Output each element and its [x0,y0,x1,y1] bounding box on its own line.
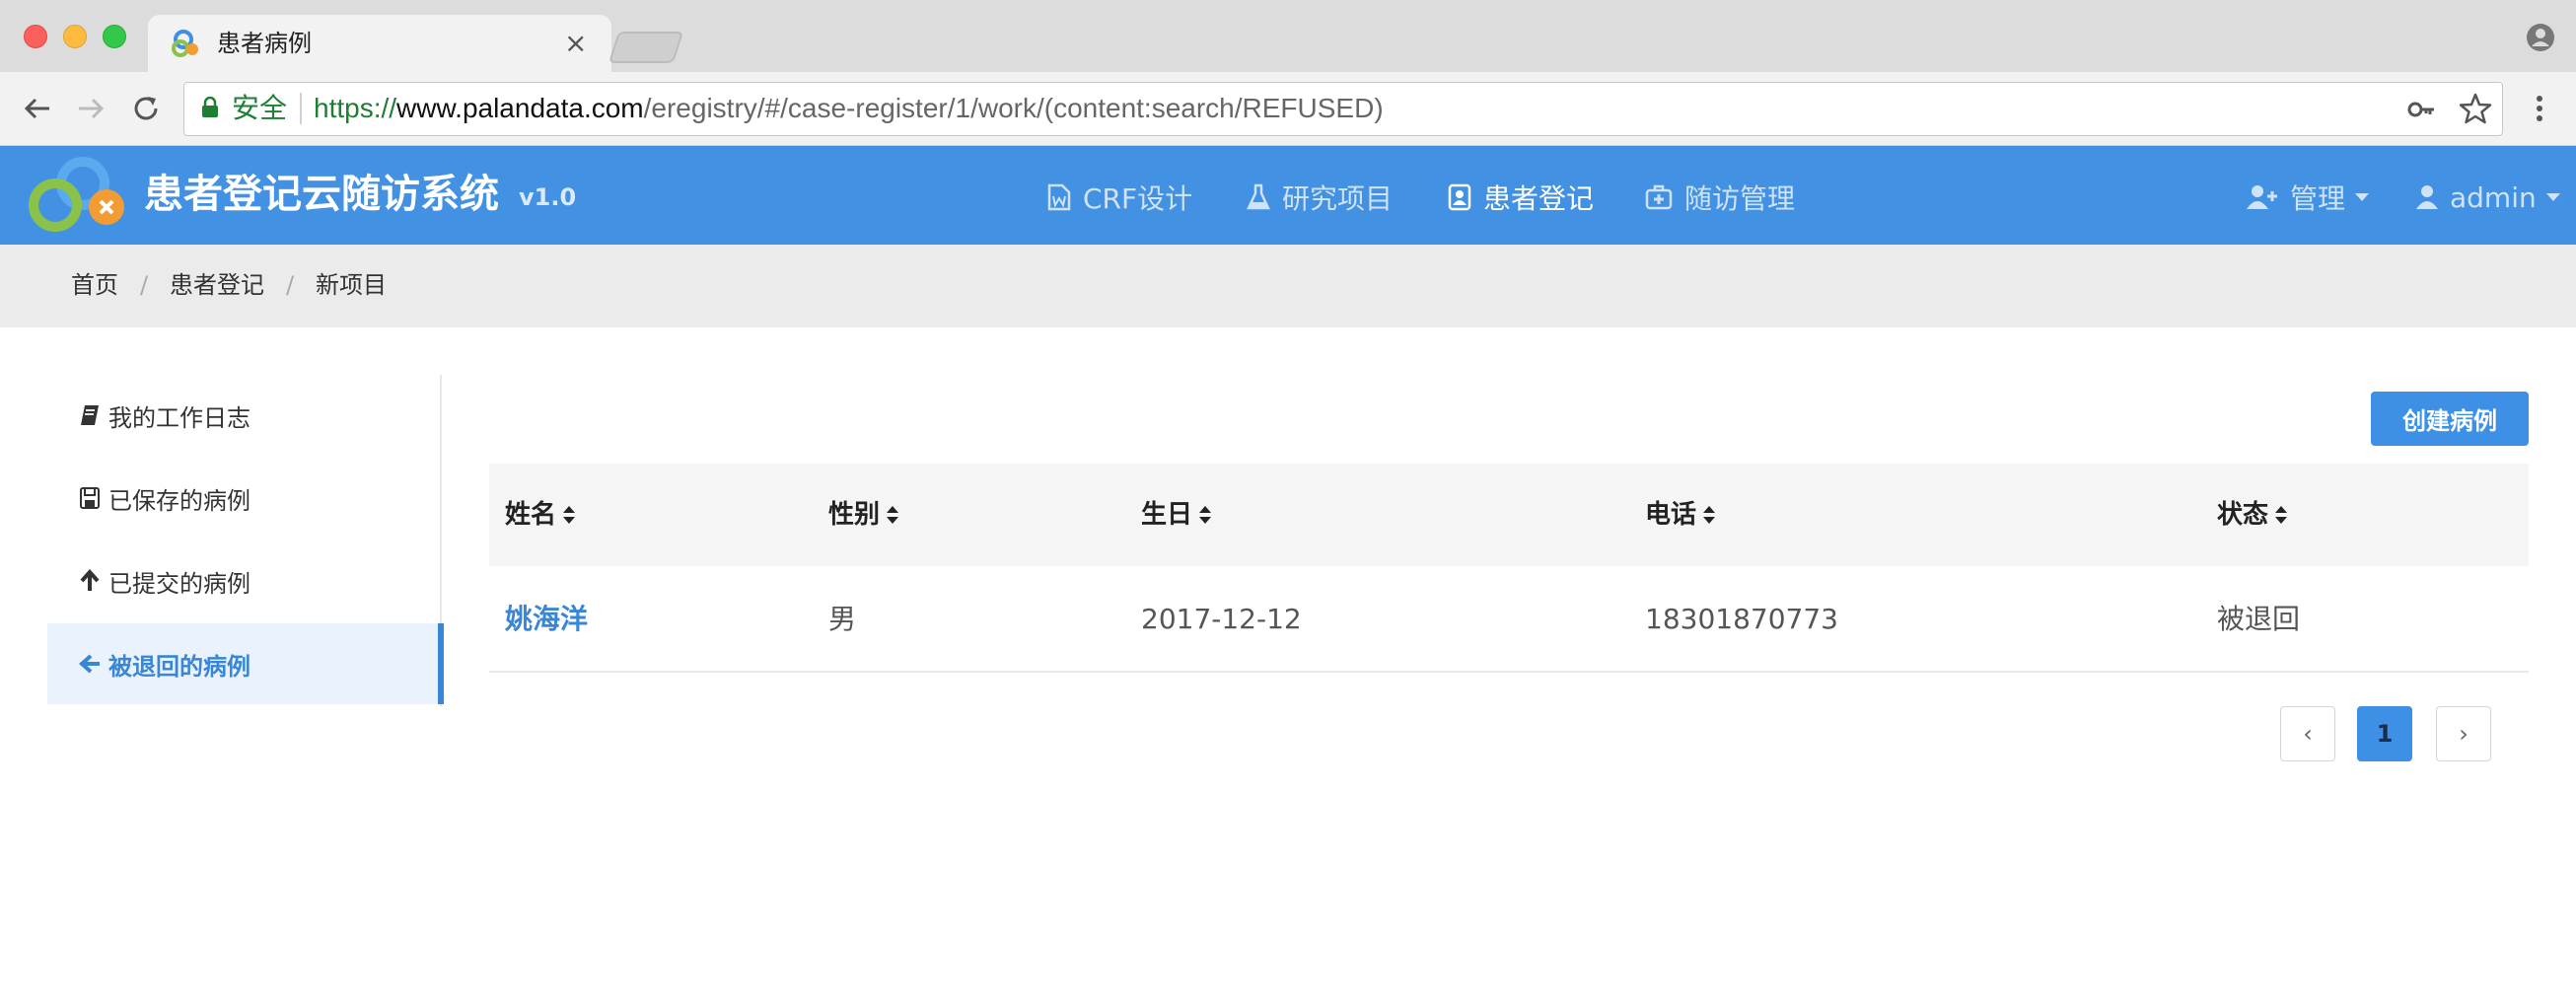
tab-close-icon[interactable]: × [564,28,587,59]
nav-label: CRF设计 [1083,182,1193,215]
patient-phone: 18301870773 [1645,603,1838,635]
breadcrumb-home[interactable]: 首页 [71,268,118,302]
breadcrumb-patient-registration[interactable]: 患者登记 [170,268,264,302]
window-zoom-button[interactable] [103,25,126,48]
sidebar-item-label: 被退回的病例 [108,652,250,681]
user-icon [2416,185,2438,209]
reload-icon[interactable] [128,91,164,126]
bookmark-star-icon[interactable] [2458,91,2493,126]
sort-icon [1199,506,1212,524]
caret-down-icon [2545,193,2560,201]
column-label: 生日 [1141,500,1193,530]
column-label: 姓名 [505,500,557,530]
arrow-left-icon [79,654,100,674]
lock-icon [202,97,218,117]
url-text[interactable]: https://www.palandata.com/eregistry/#/ca… [314,91,1384,126]
column-header-status[interactable]: 状态 [2217,497,2288,533]
table-row-divider [489,671,2529,673]
nav-crf-design[interactable]: CRF设计 [1047,176,1192,219]
back-arrow-icon[interactable] [20,91,55,126]
tab-title: 患者病例 [217,30,312,57]
address-book-icon [1448,183,1471,211]
sort-icon [563,506,576,524]
sidebar-item-label: 已提交的病例 [108,569,250,598]
admin-dropdown[interactable]: 管理 [2247,176,2370,219]
user-label: admin [2450,180,2537,214]
save-icon [80,487,100,509]
nav-label: 研究项目 [1282,182,1394,215]
column-header-birthday[interactable]: 生日 [1141,497,1212,533]
browser-menu-icon[interactable] [2525,91,2554,126]
app-title: 患者登记云随访系统 [144,172,499,217]
arrow-up-icon [80,569,100,591]
sidebar-item-label: 我的工作日志 [108,403,250,432]
app-version: v1.0 [519,183,577,211]
sidebar-item-saved-cases[interactable]: 已保存的病例 [47,458,440,539]
url-host: www.palandata.com [396,93,644,123]
sidebar-item-submitted-cases[interactable]: 已提交的病例 [47,540,440,621]
book-icon [81,405,99,425]
case-status: 被退回 [2217,603,2301,635]
nav-label: 随访管理 [1684,182,1796,215]
medkit-icon [1645,184,1673,210]
column-label: 状态 [2217,500,2269,530]
pagination-page-1[interactable]: 1 [2357,706,2412,761]
new-tab-button[interactable] [608,32,684,63]
column-header-name[interactable]: 姓名 [505,497,576,533]
column-header-gender[interactable]: 性别 [828,497,899,533]
breadcrumb-separator: / [286,271,295,299]
nav-research-projects[interactable]: 研究项目 [1247,176,1393,219]
breadcrumb-current: 新项目 [316,271,387,299]
user-plus-icon [2247,185,2277,209]
patient-birthday: 2017-12-12 [1141,603,1302,635]
file-word-icon [1047,183,1071,211]
user-dropdown[interactable]: admin [2416,176,2560,219]
app-logo[interactable] [22,156,134,235]
nav-patient-registration[interactable]: 患者登记 [1448,176,1594,219]
forward-arrow-icon[interactable] [73,91,108,126]
profile-icon[interactable] [2525,22,2556,53]
create-case-button[interactable]: 创建病例 [2371,392,2529,446]
caret-down-icon [2355,193,2370,201]
app-favicon-icon [172,30,198,57]
column-label: 性别 [828,500,881,530]
breadcrumb-separator: / [140,271,149,299]
pagination-prev-button[interactable]: ‹ [2280,706,2335,761]
window-close-button[interactable] [24,25,47,48]
nav-label: 患者登记 [1483,182,1595,215]
patient-gender: 男 [828,603,857,635]
admin-label: 管理 [2290,182,2346,215]
sort-icon [887,506,899,524]
flask-icon [1247,183,1270,210]
sidebar-item-returned-cases[interactable]: 被退回的病例 [47,623,444,704]
sidebar-item-label: 已保存的病例 [108,486,250,515]
column-header-phone[interactable]: 电话 [1645,497,1716,533]
patient-name-link[interactable]: 姚海洋 [505,602,588,637]
nav-followup-management[interactable]: 随访管理 [1645,176,1795,219]
address-separator [300,93,302,124]
sidebar-item-work-log[interactable]: 我的工作日志 [47,375,440,456]
sort-icon [2275,506,2288,524]
sort-icon [1703,506,1716,524]
window-minimize-button[interactable] [63,25,87,48]
pagination-next-button[interactable]: › [2436,706,2491,761]
url-scheme: https:// [314,93,397,123]
key-icon[interactable] [2406,95,2436,124]
url-path: /eregistry/#/case-register/1/work/(conte… [643,93,1384,123]
secure-label: 安全 [232,92,288,124]
column-label: 电话 [1645,500,1697,530]
